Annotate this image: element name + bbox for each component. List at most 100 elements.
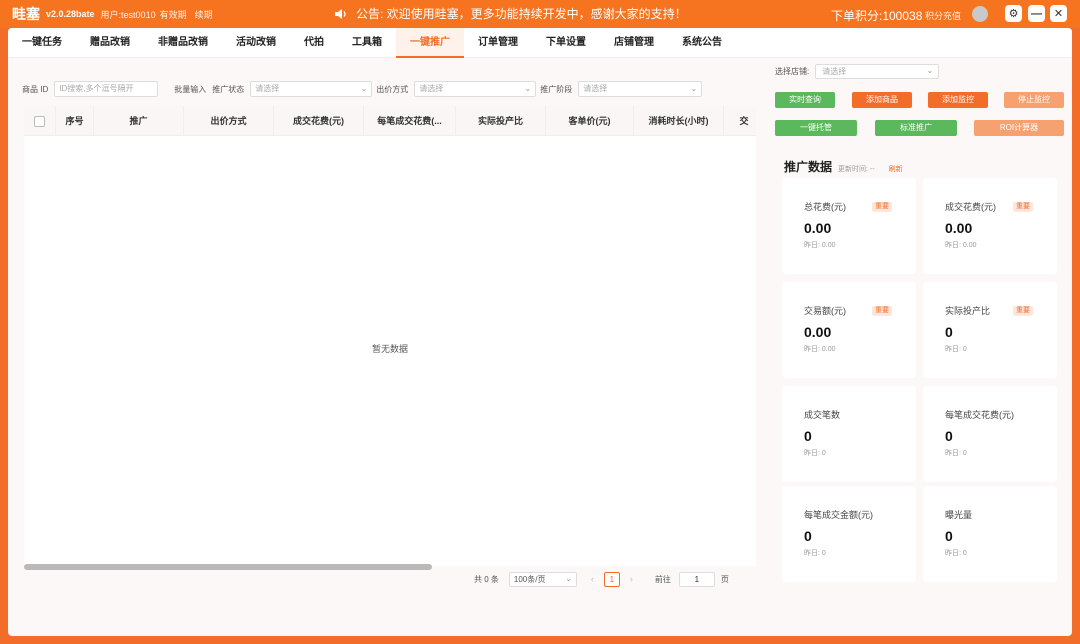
tab-order-settings[interactable]: 下单设置: [532, 28, 600, 58]
tab-order-management[interactable]: 订单管理: [464, 28, 532, 58]
pagination: 共 0 条 100条/页 ⌄ ‹ 1 › 前往 1 页: [474, 571, 729, 587]
chevron-down-icon: ⌄: [360, 84, 368, 93]
tab-activity-modify[interactable]: 活动改销: [222, 28, 290, 58]
stat-card-cost-per-deal: 每笔成交花费(元) 0 昨日: 0: [923, 386, 1057, 482]
column-header[interactable]: 成交花费(元): [274, 106, 364, 135]
page-unit: 页: [720, 574, 729, 584]
stat-yesterday: 昨日: 0.00: [804, 242, 836, 249]
product-id-label: 商品 ID: [22, 84, 49, 94]
stat-label: 实际投产比: [945, 306, 991, 316]
tab-system-notice[interactable]: 系统公告: [668, 28, 736, 58]
stat-label: 曝光量: [945, 510, 973, 520]
one-click-custody-button[interactable]: 一键托管: [775, 120, 857, 136]
stat-value: 0.00: [804, 220, 832, 236]
column-header[interactable]: 推广: [94, 106, 184, 135]
column-header[interactable]: 出价方式: [184, 106, 274, 135]
promo-status-select[interactable]: 请选择 ⌄: [250, 81, 373, 97]
stat-yesterday: 昨日: 0.00: [804, 346, 836, 353]
stat-label: 成交笔数: [804, 410, 841, 420]
speaker-icon: [335, 8, 346, 19]
stat-value: 0: [945, 324, 953, 340]
tab-store-management[interactable]: 店铺管理: [600, 28, 668, 58]
horizontal-scrollbar[interactable]: [24, 564, 432, 570]
stat-yesterday: 昨日: 0: [945, 450, 967, 457]
stat-card-gmv: 交易额(元) 重要 0.00 昨日: 0.00: [782, 282, 916, 378]
column-header[interactable]: 消耗时长(小时): [634, 106, 724, 135]
goto-page-input[interactable]: 1: [678, 571, 715, 587]
add-monitor-button[interactable]: 添加监控: [928, 92, 988, 108]
column-header[interactable]: 实际投产比: [456, 106, 546, 135]
page-size-select[interactable]: 100条/页 ⌄: [508, 571, 577, 587]
title-bar: 畦塞 v2.0.28bate 用户:test0010 有效期 续期 公告: 欢迎…: [0, 0, 1080, 28]
app-window: 畦塞 v2.0.28bate 用户:test0010 有效期 续期 公告: 欢迎…: [0, 0, 1080, 644]
product-id-input[interactable]: ID搜索,多个逗号隔开: [54, 81, 159, 97]
stat-label: 交易额(元): [804, 306, 846, 316]
stat-value: 0.00: [945, 220, 973, 236]
stat-label: 每笔成交花费(元): [945, 410, 1014, 420]
minimize-button[interactable]: —: [1028, 5, 1045, 22]
store-select-row: 选择店铺: 请选择 ⌄: [775, 64, 940, 79]
prev-page-icon[interactable]: ‹: [591, 574, 594, 584]
stop-monitor-button[interactable]: 停止监控: [1004, 92, 1064, 108]
chevron-down-icon: ⌄: [524, 84, 532, 93]
bid-method-select[interactable]: 请选择 ⌄: [414, 81, 537, 97]
user-name: 用户:test0010: [100, 9, 156, 20]
chevron-down-icon: ⌄: [926, 66, 934, 75]
promo-stage-label: 推广阶段: [540, 84, 573, 94]
table-header: 序号 推广 出价方式 成交花费(元) 每笔成交花费(... 实际投产比 客单价(…: [24, 106, 756, 136]
refresh-link[interactable]: 刷新: [889, 164, 903, 174]
select-all-checkbox[interactable]: [34, 115, 45, 127]
stat-card-total-cost: 总花费(元) 重要 0.00 昨日: 0.00: [782, 178, 916, 274]
tab-proxy-buy[interactable]: 代拍: [290, 28, 338, 58]
chevron-down-icon: ⌄: [565, 573, 572, 583]
avatar[interactable]: [972, 6, 988, 22]
goto-label: 前往: [654, 574, 671, 584]
batch-input-button[interactable]: 批量输入: [174, 84, 206, 95]
tab-toolbox[interactable]: 工具箱: [338, 28, 396, 58]
important-badge: 重要: [1013, 306, 1033, 316]
update-time: 更新时间: --: [838, 166, 875, 173]
stat-yesterday: 昨日: 0: [945, 550, 967, 557]
total-count: 共 0 条: [474, 574, 499, 584]
settings-icon[interactable]: ⚙: [1005, 5, 1022, 22]
stat-yesterday: 昨日: 0.00: [945, 242, 977, 249]
tab-bar: 一键任务 赠品改销 非赠品改销 活动改销 代拍 工具箱 一键推广 订单管理 下单…: [8, 28, 1072, 58]
roi-calculator-button[interactable]: ROI计算器: [974, 120, 1064, 136]
current-page[interactable]: 1: [603, 571, 620, 587]
store-select[interactable]: 请选择 ⌄: [815, 64, 940, 79]
standard-promo-button[interactable]: 标准推广: [875, 120, 957, 136]
chevron-down-icon: ⌄: [690, 84, 698, 93]
stats-title: 推广数据: [784, 160, 833, 174]
stat-value: 0: [945, 528, 953, 544]
order-points: 下单积分:100038: [831, 9, 923, 23]
realtime-query-button[interactable]: 实时查询: [775, 92, 835, 108]
bid-method-label: 出价方式: [376, 84, 409, 94]
stat-card-amount-per-deal: 每笔成交金额(元) 0 昨日: 0: [782, 486, 916, 582]
tab-one-click-promo[interactable]: 一键推广: [396, 28, 464, 58]
column-header[interactable]: 每笔成交花费(...: [364, 106, 456, 135]
column-header[interactable]: 交: [724, 106, 756, 135]
tab-non-gift-modify[interactable]: 非赠品改销: [144, 28, 222, 58]
stat-yesterday: 昨日: 0: [804, 550, 826, 557]
stat-card-deal-count: 成交笔数 0 昨日: 0: [782, 386, 916, 482]
next-page-icon[interactable]: ›: [630, 574, 633, 584]
column-header[interactable]: 序号: [56, 106, 94, 135]
stat-value: 0: [945, 428, 953, 444]
recharge-link[interactable]: 积分充值: [925, 9, 961, 22]
tab-one-click-task[interactable]: 一键任务: [8, 28, 76, 58]
important-badge: 重要: [1013, 202, 1033, 212]
promo-stage-select[interactable]: 请选择 ⌄: [578, 81, 703, 97]
store-label: 选择店铺:: [775, 67, 810, 76]
add-product-button[interactable]: 添加商品: [852, 92, 912, 108]
important-badge: 重要: [872, 306, 892, 316]
column-header[interactable]: 客单价(元): [546, 106, 634, 135]
close-button[interactable]: ✕: [1050, 5, 1067, 22]
announcement: 公告: 欢迎使用畦塞，更多功能持续开发中，感谢大家的支持！: [334, 5, 687, 22]
stat-value: 0: [804, 528, 812, 544]
app-version: v2.0.28bate: [46, 9, 95, 19]
important-badge: 重要: [872, 202, 892, 212]
tab-gift-modify[interactable]: 赠品改销: [76, 28, 144, 58]
promo-status-label: 推广状态: [212, 84, 245, 94]
renew-link[interactable]: 续期: [195, 8, 213, 21]
promo-table: 序号 推广 出价方式 成交花费(元) 每笔成交花费(... 实际投产比 客单价(…: [24, 106, 756, 566]
